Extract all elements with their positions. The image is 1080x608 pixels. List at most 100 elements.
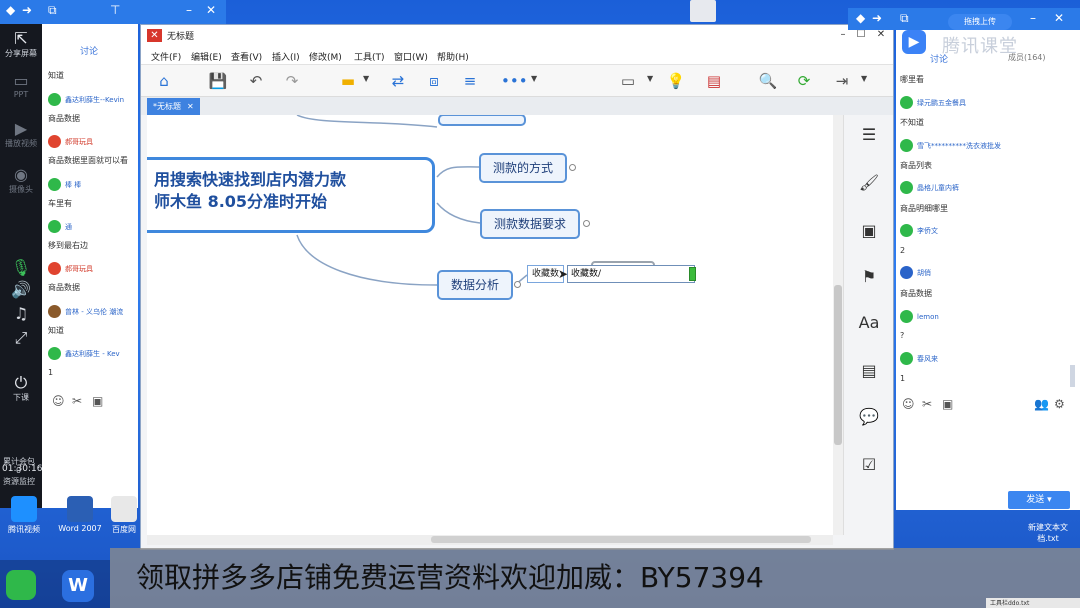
desktop-icon-text-file[interactable]: 新建文本文档.txt [1018,522,1078,544]
outline-icon[interactable]: ▤ [703,70,725,92]
comment-icon[interactable]: 💬 [857,405,881,429]
close-icon[interactable]: ✕ [1054,11,1064,25]
save-icon[interactable]: 💾 [207,70,229,92]
ppt-button[interactable]: ▭ PPT [0,72,42,100]
topic-test-data-req[interactable]: 测款数据要求 [480,209,580,239]
menu-edit[interactable]: 编辑(E) [191,50,222,63]
chevron-down-icon[interactable]: ▼ [861,74,867,83]
document-tabbar: *无标题 ✕ [141,97,893,115]
outline-list-icon[interactable]: ☰ [857,123,881,147]
chevron-down-icon[interactable]: ▼ [647,74,653,83]
note-icon[interactable]: ▤ [857,359,881,383]
chat-user: 通 [48,220,138,233]
desktop-icon-tencent-video[interactable]: 腾讯视频 [0,496,52,535]
drag-upload-button[interactable]: 拖拽上传 [948,14,1012,30]
menu-view[interactable]: 查看(V) [231,50,262,63]
tab-discussion[interactable]: 讨论 [930,52,948,65]
summary-icon[interactable]: ≡ [459,70,481,92]
minimize-button[interactable]: – [835,28,851,42]
desktop-icon-word[interactable]: Word 2007 [52,496,108,533]
menu-bar: 文件(F) 编辑(E) 查看(V) 插入(I) 修改(M) 工具(T) 窗口(W… [141,47,893,65]
export-icon[interactable]: ⇥ [831,70,853,92]
menu-insert[interactable]: 插入(I) [272,50,300,63]
recycle-bin-icon[interactable] [690,0,716,22]
share-icon[interactable]: ⟳ [793,70,815,92]
mindmap-canvas[interactable]: 用搜索快速找到店内潜力款 师木鱼 8.05分准时开始 测款的方式 测款数据要求 … [147,115,833,535]
image-icon[interactable]: ▣ [857,219,881,243]
chevron-down-icon[interactable]: ▼ [531,74,537,83]
minimize-icon[interactable]: – [1030,11,1036,25]
emoji-icon[interactable]: ☺ [52,394,65,408]
flag-icon[interactable]: ⚑ [857,265,881,289]
close-icon[interactable]: ✕ [206,3,216,17]
tab-untitled[interactable]: *无标题 ✕ [147,98,200,115]
users-icon[interactable]: 👥 [1034,397,1049,411]
edit-handle-icon[interactable] [689,267,696,281]
menu-help[interactable]: 帮助(H) [437,50,469,63]
close-tab-icon[interactable]: ✕ [187,98,194,115]
wechat-icon[interactable] [6,570,36,600]
topic-icon[interactable]: ▬ [337,70,359,92]
menu-modify[interactable]: 修改(M) [309,50,342,63]
tab-members[interactable]: 成员(164) [1008,52,1046,63]
menu-window[interactable]: 窗口(W) [394,50,428,63]
font-icon[interactable]: Aa [857,311,881,335]
diamond-icon[interactable]: ◆ [856,11,865,25]
music-icon[interactable]: ♫ [0,304,42,323]
collapse-toggle-icon[interactable] [583,220,590,227]
microphone-icon[interactable]: 🎙 [0,258,42,277]
expand-icon[interactable]: ⤢ [0,328,42,348]
arrow-icon[interactable]: ➜ [22,3,32,17]
emoji-icon[interactable]: ☺ [902,397,915,411]
chat-user: 春风来 [900,352,1060,365]
speaker-icon[interactable]: 🔊 [0,280,42,299]
horizontal-scroll-thumb[interactable] [431,536,811,543]
chat-scrollbar[interactable] [1070,365,1075,387]
close-button[interactable]: ✕ [873,28,889,42]
send-button[interactable]: 发送 ▾ [1008,491,1070,509]
chevron-down-icon[interactable]: ▼ [363,74,369,83]
collapse-toggle-icon[interactable] [514,281,521,288]
image-icon[interactable]: ▣ [942,397,953,411]
arrow-icon[interactable]: ➜ [872,11,882,25]
central-topic[interactable]: 用搜索快速找到店内潜力款 师木鱼 8.05分准时开始 [147,157,435,233]
end-class-button[interactable]: ⏻ 下课 [0,374,42,403]
chat-user: 郝哥玩具 [48,135,138,148]
tab-discussion[interactable]: 讨论 [80,44,98,57]
menu-file[interactable]: 文件(F) [151,50,181,63]
more-icon[interactable]: ••• [501,70,528,92]
topic-data-analysis[interactable]: 数据分析 [437,270,513,300]
pin-icon[interactable]: ⊤ [110,3,120,17]
gear-icon[interactable]: ⚙ [1054,397,1065,411]
task-icon[interactable]: ☑ [857,453,881,477]
popout-icon[interactable]: ⧉ [48,3,57,18]
relationship-icon[interactable]: ⇄ [387,70,409,92]
minimize-icon[interactable]: – [186,3,192,17]
wechat-avatar-icon [48,220,61,233]
boundary-icon[interactable]: ⧈ [423,70,445,92]
image-icon[interactable]: ▣ [92,394,103,408]
topic-test-method[interactable]: 测款的方式 [479,153,567,183]
menu-tools[interactable]: 工具(T) [354,50,385,63]
share-screen-button[interactable]: ⇱ 分享屏幕 [0,30,42,59]
idea-icon[interactable]: 💡 [665,70,687,92]
vertical-scroll-thumb[interactable] [834,285,842,445]
topic-text-input[interactable]: 收藏数/ [567,265,695,283]
undo-icon[interactable]: ↶ [245,70,267,92]
format-brush-icon[interactable]: 🖌 [857,171,881,195]
presentation-icon[interactable]: ▭ [617,70,639,92]
scissors-icon[interactable]: ✂ [922,397,932,411]
wps-icon[interactable]: W [62,570,94,602]
maximize-button[interactable]: ☐ [853,28,869,42]
left-window-titlebar: ◆ ➜ ⧉ ⊤ – ✕ [0,0,226,24]
camera-button[interactable]: ◉ 摄像头 [0,166,42,195]
desktop-icon-baidu[interactable]: 百度网 [108,496,140,535]
redo-icon[interactable]: ↷ [281,70,303,92]
collapse-toggle-icon[interactable] [569,164,576,171]
home-icon[interactable]: ⌂ [153,70,175,92]
diamond-icon[interactable]: ◆ [6,3,15,17]
popout-icon[interactable]: ⧉ [900,11,909,26]
scissors-icon[interactable]: ✂ [72,394,82,408]
play-video-button[interactable]: ▶ 播放视频 [0,120,42,149]
search-icon[interactable]: 🔍 [757,70,779,92]
